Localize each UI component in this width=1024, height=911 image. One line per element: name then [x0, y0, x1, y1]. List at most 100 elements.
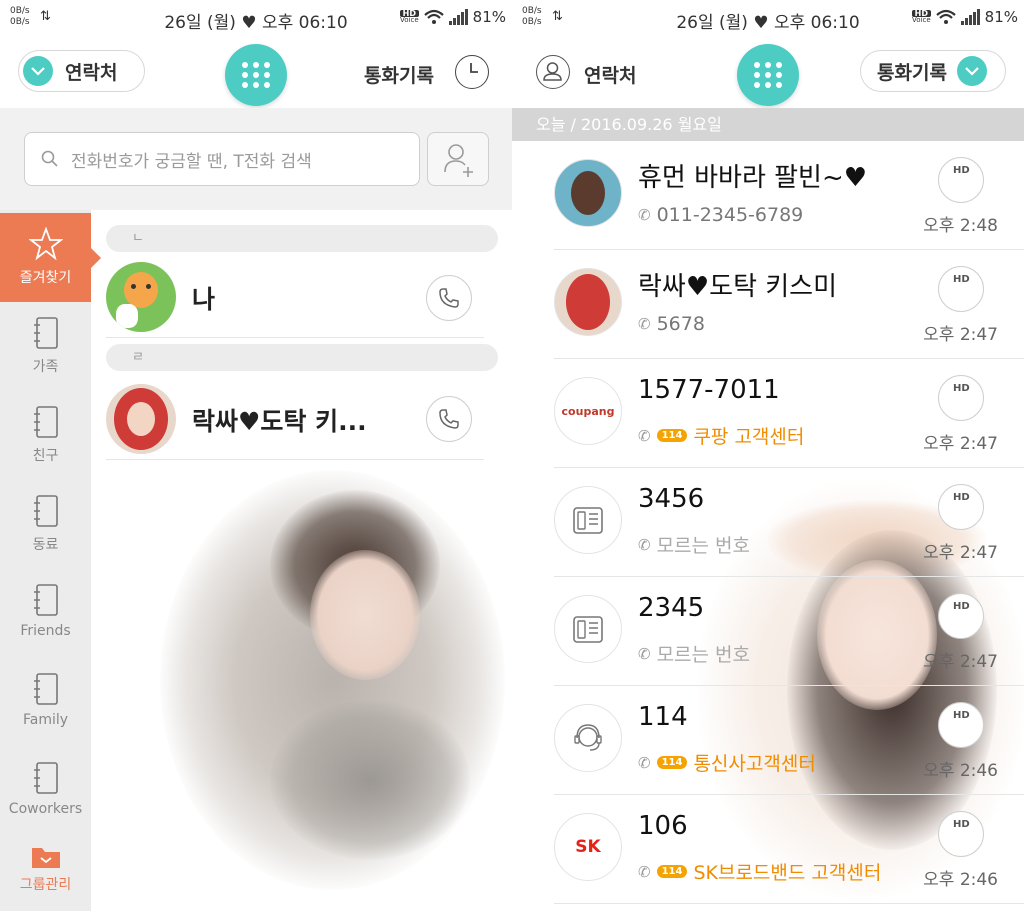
sk-logo: SK	[554, 813, 622, 881]
hd-call-button[interactable]: HD	[938, 702, 984, 748]
info-114-badge: 114	[656, 865, 688, 878]
phone-small-icon: ✆	[638, 753, 651, 772]
sidebar-label: Family	[22, 712, 69, 728]
call-time: 오후 2:46	[923, 761, 998, 781]
top-bar: 연락처 통화기록	[0, 36, 512, 108]
contacts-tab-button[interactable]: 연락처	[18, 50, 145, 92]
hd-label: HD	[953, 601, 970, 612]
info-114-badge: 114	[656, 756, 688, 769]
call-log-row[interactable]: coupang 1577-7011 ✆ 114 쿠팡 고객센터 HD 오후 2:…	[554, 359, 1024, 468]
caller-sub: ✆ 114 쿠팡 고객센터	[638, 422, 804, 449]
wifi-icon	[423, 9, 444, 24]
notebook-icon	[33, 673, 58, 705]
caller-sub: ✆ 5678	[638, 313, 705, 335]
sidebar-item-coworkers-kr[interactable]: 동료	[0, 480, 91, 569]
phone-small-icon: ✆	[638, 315, 651, 333]
sidebar-item-family[interactable]: Family	[0, 658, 91, 747]
group-sidebar: 즐겨찾기 가족 친구 동료 Friends Family Coworkers 그…	[0, 210, 101, 911]
info-114-badge: 114	[656, 429, 688, 442]
dialpad-button[interactable]	[737, 44, 799, 106]
notebook-icon	[33, 495, 58, 527]
notebook-icon	[33, 406, 58, 438]
phone-small-icon: ✆	[638, 206, 651, 224]
caller-number: 5678	[656, 313, 705, 335]
caller-name: 휴먼 바바라 팔빈~♥	[638, 163, 868, 193]
sidebar-item-coworkers[interactable]: Coworkers	[0, 747, 91, 836]
sidebar-label: 동료	[32, 537, 59, 553]
caller-info: SK브로드밴드 고객센터	[693, 862, 882, 884]
sidebar-item-favorites[interactable]: 즐겨찾기	[0, 213, 101, 302]
caller-sub: ✆ 모르는 번호	[638, 531, 750, 558]
sidebar-item-friends[interactable]: Friends	[0, 569, 91, 658]
sidebar-item-friends-kr[interactable]: 친구	[0, 391, 91, 480]
date-header: 오늘 / 2016.09.26 월요일	[512, 108, 1024, 141]
hd-call-button[interactable]: HD	[938, 375, 984, 421]
group-header-nieun: ㄴ	[106, 225, 498, 252]
caller-info: 모르는 번호	[656, 644, 751, 666]
contact-name: 나	[192, 285, 216, 314]
contacts-tab-label: 연락처	[65, 61, 118, 84]
caller-name: 2345	[638, 593, 705, 623]
phone-icon	[439, 288, 459, 308]
contact-row-raksa[interactable]: 락싸♥도탁 키...	[106, 380, 484, 460]
avatar	[554, 704, 622, 772]
phone-small-icon: ✆	[638, 426, 651, 445]
call-log-row[interactable]: 3456 ✆ 모르는 번호 HD 오후 2:47	[554, 468, 1024, 577]
hd-call-button[interactable]: HD	[938, 266, 984, 312]
call-time: 오후 2:48	[923, 216, 998, 236]
headset-icon	[574, 724, 602, 751]
hd-call-button[interactable]: HD	[938, 593, 984, 639]
star-icon	[28, 227, 63, 261]
call-log-row[interactable]: 114 ✆ 114 통신사고객센터 HD 오후 2:46	[554, 686, 1024, 795]
caller-name: 114	[638, 702, 688, 732]
call-button[interactable]	[426, 275, 472, 321]
caller-sub: ✆ 011-2345-6789	[638, 204, 803, 226]
call-log-row[interactable]: SK 106 ✆ 114 SK브로드밴드 고객센터 HD 오후 2:46	[554, 795, 1024, 904]
hd-label: HD	[953, 819, 970, 830]
phone-small-icon: ✆	[638, 644, 651, 663]
call-button[interactable]	[426, 396, 472, 442]
folder-icon	[31, 848, 60, 868]
dialpad-button[interactable]	[225, 44, 287, 106]
notebook-icon	[33, 584, 58, 616]
caller-info: 쿠팡 고객센터	[693, 426, 805, 448]
avatar	[106, 384, 176, 454]
avatar	[554, 268, 622, 336]
call-log-screen: 0B/s 0B/s ⇅ 26일 (월) ♥ 오후 06:10 HD Voice 8…	[512, 0, 1024, 911]
call-log-row[interactable]: 휴먼 바바라 팔빈~♥ ✆ 011-2345-6789 HD 오후 2:48	[554, 141, 1024, 250]
hd-call-button[interactable]: HD	[938, 811, 984, 857]
hd-call-button[interactable]: HD	[938, 484, 984, 530]
status-bar: 0B/s 0B/s ⇅ 26일 (월) ♥ 오후 06:10 HD Voice 8…	[512, 0, 1024, 36]
call-time: 오후 2:47	[923, 434, 998, 454]
status-right: HD Voice 81%	[912, 8, 1018, 26]
call-log-tab-button[interactable]: 통화기록	[860, 50, 1006, 92]
contact-row-me[interactable]: 나	[106, 258, 484, 338]
sidebar-label: 그룹관리	[19, 877, 72, 893]
call-log-row[interactable]: 락싸♥도탁 키스미 ✆ 5678 HD 오후 2:47	[554, 250, 1024, 359]
caller-info: 모르는 번호	[656, 535, 751, 557]
add-person-icon	[444, 144, 473, 177]
caller-sub: ✆ 모르는 번호	[638, 640, 750, 667]
caller-name: 3456	[638, 484, 705, 514]
call-log-row[interactable]: 2345 ✆ 모르는 번호 HD 오후 2:47	[554, 577, 1024, 686]
call-log-tab-button[interactable]: 통화기록	[364, 61, 434, 88]
hd-label: HD	[953, 710, 970, 721]
hd-label: HD	[953, 383, 970, 394]
call-time: 오후 2:46	[923, 870, 998, 890]
notebook-icon	[33, 762, 58, 794]
contacts-screen: 0B/s 0B/s ⇅ 26일 (월) ♥ 오후 06:10 HD Voice 8…	[0, 0, 512, 911]
person-icon[interactable]	[536, 55, 570, 89]
status-right: HD Voice 81%	[400, 8, 506, 26]
sidebar-item-group-manage[interactable]: 그룹관리	[0, 836, 91, 911]
desk-phone-icon	[573, 507, 603, 534]
add-contact-button[interactable]	[427, 132, 489, 186]
search-placeholder: 전화번호가 궁금할 땐, T전화 검색	[71, 151, 312, 172]
contacts-tab-button[interactable]: 연락처	[584, 61, 636, 88]
sidebar-label: 친구	[32, 448, 59, 464]
clock-icon[interactable]	[455, 55, 489, 89]
caller-sub: ✆ 114 통신사고객센터	[638, 749, 816, 776]
phone-icon	[439, 409, 459, 429]
search-input[interactable]: 전화번호가 궁금할 땐, T전화 검색	[24, 132, 420, 186]
sidebar-item-family-kr[interactable]: 가족	[0, 302, 91, 391]
hd-call-button[interactable]: HD	[938, 157, 984, 203]
